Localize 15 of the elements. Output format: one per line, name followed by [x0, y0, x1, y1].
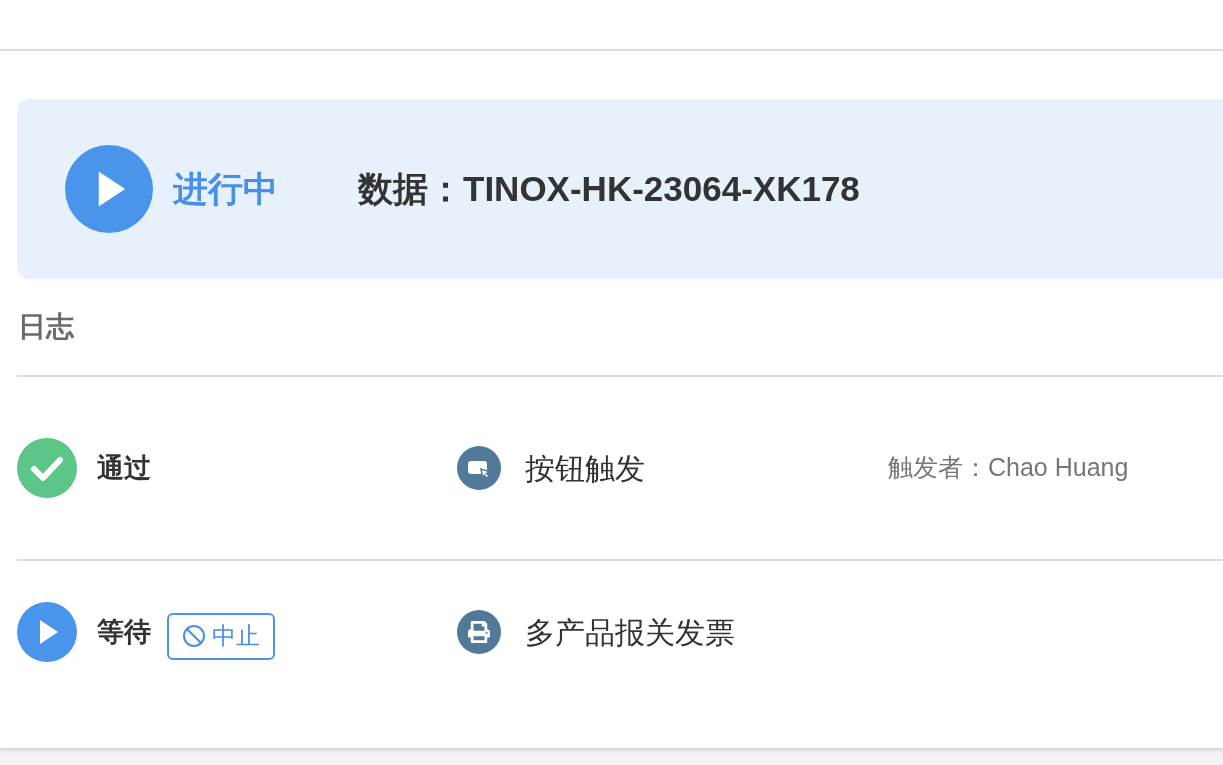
- play-icon: [65, 145, 153, 233]
- log-status: 等待: [97, 615, 151, 649]
- data-title: 数据：TINOX-HK-23064-XK178: [358, 167, 860, 210]
- action-label: 多产品报关发票: [525, 614, 735, 651]
- status-label: 进行中: [173, 167, 278, 210]
- ban-icon: [182, 624, 206, 648]
- log-status: 通过: [97, 451, 151, 485]
- log-title: 日志: [18, 310, 74, 344]
- check-icon: [17, 438, 77, 498]
- cursor-icon: [457, 446, 501, 490]
- action-label: 按钮触发: [525, 450, 645, 487]
- abort-button[interactable]: 中止: [167, 612, 275, 660]
- triggered-by-text: 触发者：Chao Huang: [888, 452, 1129, 484]
- play-icon: [17, 602, 77, 662]
- printer-icon: [457, 610, 501, 654]
